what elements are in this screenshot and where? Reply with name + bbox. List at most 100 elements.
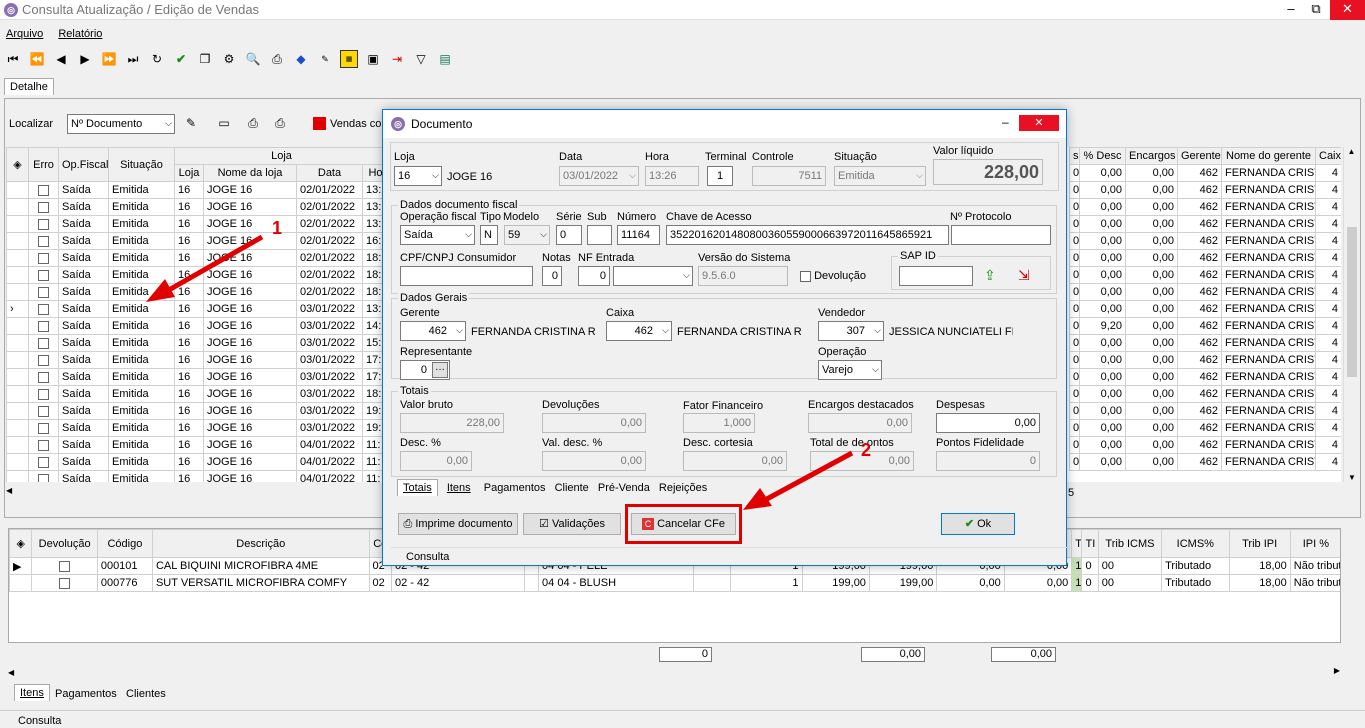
table-row-right[interactable]: 000,000,00462FERNANDA CRISTI4 (1069, 283, 1341, 301)
refresh-icon[interactable]: ↻ (148, 50, 166, 68)
dialog-minimize-icon[interactable]: – (1002, 115, 1009, 129)
erro-checkbox[interactable] (38, 422, 49, 434)
item-row[interactable]: 000776 SUT VERSATIL MICROFIBRA COMFY 02 02 … (9, 574, 1340, 592)
grid-icon[interactable]: ▭ (215, 114, 233, 132)
nf-entrada-field[interactable]: 0 (578, 266, 610, 286)
tab-rejeicoes[interactable]: Rejeições (659, 482, 707, 494)
table-row-right[interactable]: 000,000,00462FERNANDA CRISTI4 (1069, 419, 1341, 437)
erro-checkbox[interactable] (38, 337, 49, 349)
table-row-right[interactable]: 000,000,00462FERNANDA CRISTI4 (1069, 266, 1341, 284)
sub-field[interactable] (587, 225, 612, 245)
table-row[interactable]: Saída Emitida 16 JOGE 16 04/01/2022 11: (6, 453, 390, 471)
col-situacao[interactable]: Situação (108, 147, 175, 182)
scroll-left-icon[interactable]: ◀ (8, 668, 14, 677)
erro-checkbox[interactable] (38, 286, 49, 298)
ellipsis-button-icon[interactable]: … (432, 362, 448, 378)
hora-field[interactable]: 13:26 (645, 166, 699, 186)
table-row-right[interactable]: 000,000,00462FERNANDA CRISTI4 (1069, 198, 1341, 216)
table-row[interactable]: Saída Emitida 16 JOGE 16 02/01/2022 13: (6, 198, 390, 216)
table-row-right[interactable]: 009,200,00462FERNANDA CRISTI4 (1069, 317, 1341, 335)
imprime-documento-button[interactable]: ⎙ Imprime documento (398, 513, 518, 535)
table-row-right[interactable]: 000,000,00462FERNANDA CRISTI4 (1069, 164, 1341, 182)
preview-icon[interactable]: 🔍 (244, 50, 262, 68)
col-ti[interactable]: TI (1081, 529, 1099, 558)
tab-clientes[interactable]: Clientes (126, 688, 166, 700)
col-descricao[interactable]: Descrição (151, 529, 370, 558)
cpf-field[interactable] (400, 266, 533, 286)
tab-totais[interactable]: Totais (397, 479, 438, 496)
eraser-icon[interactable]: ◆ (292, 50, 310, 68)
confirm-icon[interactable]: ✔ (172, 50, 190, 68)
table-row-right[interactable]: 000,000,00462FERNANDA CRISTI4 (1069, 300, 1341, 318)
erro-checkbox[interactable] (38, 405, 49, 417)
table-row[interactable]: Saída Emitida 16 JOGE 16 04/01/2022 11: (6, 436, 390, 454)
tab-itens[interactable]: Itens (14, 684, 50, 701)
devolucao-check-box[interactable] (800, 270, 811, 282)
table-row-right[interactable]: 000,000,00462FERNANDA CRISTI4 (1069, 334, 1341, 352)
erro-checkbox[interactable] (38, 201, 49, 213)
menu-arquivo[interactable]: Arquivo (6, 28, 43, 40)
controle-field[interactable]: 7511 (752, 166, 826, 186)
erro-checkbox[interactable] (38, 252, 49, 264)
scroll-up-icon[interactable]: ▲ (1344, 147, 1359, 156)
loja-combo[interactable]: 16 ⌵ (394, 166, 442, 186)
despesas-field[interactable]: 0,00 (936, 413, 1040, 433)
op-fiscal-combo[interactable]: Saída ⌵ (400, 225, 475, 245)
col-codigo[interactable]: Código (96, 529, 153, 558)
erro-checkbox[interactable] (38, 235, 49, 247)
erro-checkbox[interactable] (38, 388, 49, 400)
funnel-icon[interactable]: ▽ (412, 50, 430, 68)
tab-itens-dlg[interactable]: Itens (447, 482, 471, 494)
erro-checkbox[interactable] (38, 184, 49, 196)
nf-entrada-combo[interactable]: ⌵ (613, 266, 693, 286)
cancelar-cfe-button[interactable]: C Cancelar CFe (631, 513, 736, 535)
col-devolucao[interactable]: Devolução (31, 529, 98, 558)
table-row-right[interactable]: 000,000,00462FERNANDA CRISTI4 (1069, 249, 1341, 267)
table-row-right[interactable]: 000,000,00462FERNANDA CRISTI4 (1069, 351, 1341, 369)
ok-button[interactable]: ✔ Ok (941, 513, 1015, 535)
table-row-right[interactable]: 000,000,00462FERNANDA CRISTI4 (1069, 181, 1341, 199)
col-desc[interactable]: sc (1069, 147, 1080, 165)
col-trib-ipi[interactable]: Trib IPI (1228, 529, 1291, 558)
next-page-icon[interactable]: ⏩ (100, 50, 118, 68)
col-encargos[interactable]: Encargos (1125, 147, 1178, 165)
prev-record-icon[interactable]: ◀ (52, 50, 70, 68)
scroll-thumb[interactable] (1347, 227, 1357, 377)
tab-cliente-dlg[interactable]: Cliente (555, 482, 589, 494)
dialog-close-icon[interactable]: ✕ (1019, 115, 1059, 131)
print-icon[interactable]: ⎙ (268, 50, 286, 68)
table-row[interactable]: Saída Emitida 16 JOGE 16 02/01/2022 18: (6, 266, 390, 284)
notas-field[interactable]: 0 (542, 266, 562, 286)
table-row[interactable]: Saída Emitida 16 JOGE 16 03/01/2022 15: (6, 334, 390, 352)
erro-checkbox[interactable] (38, 371, 49, 383)
tab-pre-venda[interactable]: Pré-Venda (598, 482, 650, 494)
col-ipi-pct[interactable]: IPI % (1289, 529, 1340, 558)
col-nome-loja[interactable]: Nome da loja (203, 164, 297, 182)
table-row-right[interactable]: 000,000,00462FERNANDA CRISTI4 (1069, 402, 1341, 420)
col-icms-pct[interactable]: ICMS% (1161, 529, 1230, 558)
table-row[interactable]: Saída Emitida 16 JOGE 16 04/01/2022 11: (6, 470, 390, 482)
edit-search-icon[interactable]: ✎ (182, 114, 200, 132)
erro-checkbox[interactable] (38, 320, 49, 332)
caixa-combo[interactable]: 462 ⌵ (606, 321, 672, 341)
table-row[interactable]: Saída Emitida 16 JOGE 16 03/01/2022 17: (6, 351, 390, 369)
items-vertical-scrollbar[interactable] (1341, 528, 1357, 643)
gerente-combo[interactable]: 462 ⌵ (400, 321, 466, 341)
goto-icon[interactable]: ✎ (316, 50, 334, 68)
exit-icon[interactable]: ▤ (436, 50, 454, 68)
table-row-right[interactable]: 010,000,00462FERNANDA CRISTI4 (1069, 385, 1341, 403)
sap-export-icon[interactable]: ⇲ (1018, 267, 1030, 284)
tab-detalhe[interactable]: Detalhe (4, 78, 54, 95)
col-pct-desc[interactable]: % Desc (1079, 147, 1126, 165)
restore-icon[interactable]: ⧉ (1303, 0, 1329, 20)
col-t[interactable]: T (1071, 529, 1083, 558)
modelo-combo[interactable]: 59 ⌵ (504, 225, 550, 245)
print2-icon[interactable]: ⎙ (271, 114, 289, 132)
print-preview-icon[interactable]: ⎙ (244, 114, 262, 132)
erro-checkbox[interactable] (38, 439, 49, 451)
table-row[interactable]: Saída Emitida 16 JOGE 16 03/01/2022 19: (6, 402, 390, 420)
erro-checkbox[interactable] (38, 269, 49, 281)
operacao-combo[interactable]: Varejo ⌵ (818, 360, 882, 380)
vendedor-combo[interactable]: 307 ⌵ (818, 321, 884, 341)
col-erro[interactable]: Erro (28, 147, 59, 182)
